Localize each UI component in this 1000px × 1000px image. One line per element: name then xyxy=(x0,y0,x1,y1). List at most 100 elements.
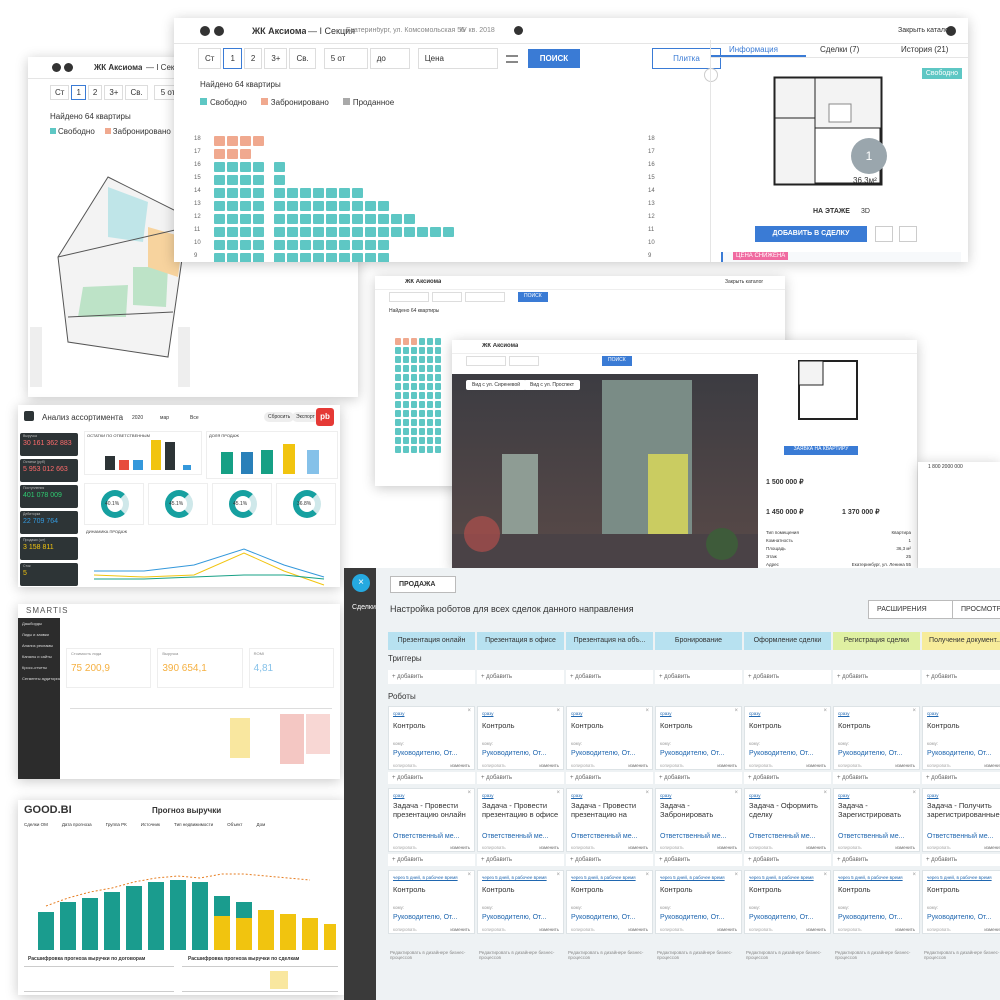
designer-link[interactable]: Редактировать в дизайнере бизнес-процесс… xyxy=(924,950,1000,960)
close-icon[interactable]: × xyxy=(912,708,916,714)
close-icon[interactable]: × xyxy=(734,872,738,878)
apartment-cell[interactable] xyxy=(435,338,441,345)
apartment-cell[interactable] xyxy=(395,347,401,354)
pipeline-select[interactable]: ПРОДАЖА xyxy=(390,576,457,593)
stage-header[interactable]: Оформление сделки xyxy=(744,632,831,650)
filter-label[interactable]: Дата прогноза xyxy=(62,822,92,852)
close-icon[interactable]: × xyxy=(467,872,471,878)
apartment-cell[interactable] xyxy=(403,356,409,363)
robot-timing[interactable]: сразу xyxy=(571,711,582,716)
robot-card[interactable]: × сразу Контроль кому: Руководителю, От... ко… xyxy=(833,706,920,770)
robot-card[interactable]: × через 5 дней, в рабочее время Контроль ко… xyxy=(388,870,475,934)
apartment-cell[interactable] xyxy=(214,214,225,224)
apartment-cell[interactable] xyxy=(395,338,401,345)
apartment-cell[interactable] xyxy=(403,383,409,390)
apartment-cell[interactable] xyxy=(287,201,298,211)
edit-link[interactable]: изменить xyxy=(450,763,470,768)
apartment-cell[interactable] xyxy=(287,253,298,262)
apartment-cell[interactable] xyxy=(395,392,401,399)
edit-link[interactable]: изменить xyxy=(539,845,559,850)
edit-link[interactable]: изменить xyxy=(984,927,1000,932)
add-trigger-button[interactable]: + добавить xyxy=(744,670,831,684)
add-trigger-button[interactable]: + добавить xyxy=(477,670,564,684)
edit-link[interactable]: изменить xyxy=(717,927,737,932)
apartment-cell[interactable] xyxy=(435,365,441,372)
copy-link[interactable]: копировать xyxy=(838,763,862,768)
apartment-cell[interactable] xyxy=(427,374,433,381)
apartment-cell[interactable] xyxy=(253,214,264,224)
add-robot-button[interactable]: + добавить xyxy=(922,772,1000,784)
view-button-2[interactable]: Вид с ул. Проспект xyxy=(524,380,581,390)
copy-link[interactable]: копировать xyxy=(927,927,951,932)
apartment-cell[interactable] xyxy=(427,383,433,390)
apartment-cell[interactable] xyxy=(300,253,311,262)
apartment-cell[interactable] xyxy=(427,410,433,417)
add-robot-button[interactable]: + добавить xyxy=(744,854,831,866)
sidebar-item[interactable]: Каналы и сайты xyxy=(18,651,60,662)
robot-timing[interactable]: сразу xyxy=(482,793,493,798)
add-robot-button[interactable]: + добавить xyxy=(566,772,653,784)
designer-link[interactable]: Редактировать в дизайнере бизнес-процесс… xyxy=(835,950,919,960)
edit-link[interactable]: изменить xyxy=(628,763,648,768)
apartment-cell[interactable] xyxy=(326,214,337,224)
apartment-cell[interactable] xyxy=(227,162,238,172)
copy-link[interactable]: копировать xyxy=(393,927,417,932)
apartment-cell[interactable] xyxy=(403,446,409,453)
apartment-cell[interactable] xyxy=(403,347,409,354)
room-filter-1[interactable]: 1 xyxy=(71,85,86,100)
apartment-cell[interactable] xyxy=(274,253,285,262)
apartment-cell[interactable] xyxy=(411,410,417,417)
designer-link[interactable]: Редактировать в дизайнере бизнес-процесс… xyxy=(657,950,741,960)
apartment-cell[interactable] xyxy=(411,347,417,354)
copy-link[interactable]: копировать xyxy=(927,763,951,768)
robot-timing[interactable]: сразу xyxy=(927,711,938,716)
designer-link[interactable]: Редактировать в дизайнере бизнес-процесс… xyxy=(479,950,563,960)
room-filter-3[interactable]: 3+ xyxy=(264,48,288,69)
edit-link[interactable]: изменить xyxy=(717,845,737,850)
close-icon[interactable]: × xyxy=(556,872,560,878)
apartment-cell[interactable] xyxy=(214,201,225,211)
apartment-cell[interactable] xyxy=(240,201,251,211)
edit-link[interactable]: изменить xyxy=(806,763,826,768)
copy-link[interactable]: копировать xyxy=(571,927,595,932)
search-button[interactable]: ПОИСК xyxy=(518,292,548,302)
apartment-cell[interactable] xyxy=(365,253,376,262)
apartment-cell[interactable] xyxy=(240,162,251,172)
apartment-cell[interactable] xyxy=(365,214,376,224)
close-icon[interactable]: × xyxy=(645,790,649,796)
stage-header[interactable]: Бронирование xyxy=(655,632,742,650)
apartment-cell[interactable] xyxy=(435,410,441,417)
apartment-cell[interactable] xyxy=(395,383,401,390)
tab-history[interactable]: История (21) xyxy=(893,40,968,57)
robot-card[interactable]: × сразу Задача - Оформить сделку Ответствен… xyxy=(744,788,831,852)
robot-card[interactable]: × через 5 дней, в рабочее время Контроль ко… xyxy=(833,870,920,934)
apartment-cell[interactable] xyxy=(403,419,409,426)
robot-timing[interactable]: сразу xyxy=(660,793,671,798)
apartment-cell[interactable] xyxy=(287,188,298,198)
copy-link[interactable]: копировать xyxy=(660,845,684,850)
stage-header[interactable]: Презентация онлайн xyxy=(388,632,475,650)
close-panel-button[interactable]: × xyxy=(352,574,370,592)
robot-card[interactable]: × сразу Задача - Провести презентацию онла… xyxy=(388,788,475,852)
edit-link[interactable]: изменить xyxy=(895,927,915,932)
apartment-cell[interactable] xyxy=(419,419,425,426)
apartment-cell[interactable] xyxy=(326,227,337,237)
apartment-cell[interactable] xyxy=(352,188,363,198)
close-icon[interactable]: × xyxy=(734,708,738,714)
edit-link[interactable]: изменить xyxy=(984,845,1000,850)
apartment-cell[interactable] xyxy=(300,227,311,237)
filter-label[interactable]: Объект xyxy=(227,822,242,852)
apartment-cell[interactable] xyxy=(227,201,238,211)
add-robot-button[interactable]: + добавить xyxy=(388,772,475,784)
apartment-cell[interactable] xyxy=(378,240,389,250)
apartment-cell[interactable] xyxy=(419,428,425,435)
apartment-cell[interactable] xyxy=(411,446,417,453)
apartment-cell[interactable] xyxy=(419,392,425,399)
robot-card[interactable]: × через 5 дней, в рабочее время Контроль ко… xyxy=(744,870,831,934)
apartment-cell[interactable] xyxy=(339,227,350,237)
apartment-cell[interactable] xyxy=(240,149,251,159)
apartment-cell[interactable] xyxy=(253,253,264,262)
tab-deals[interactable]: Сделки (7) xyxy=(806,40,893,57)
apartment-cell[interactable] xyxy=(435,401,441,408)
edit-link[interactable]: изменить xyxy=(806,927,826,932)
